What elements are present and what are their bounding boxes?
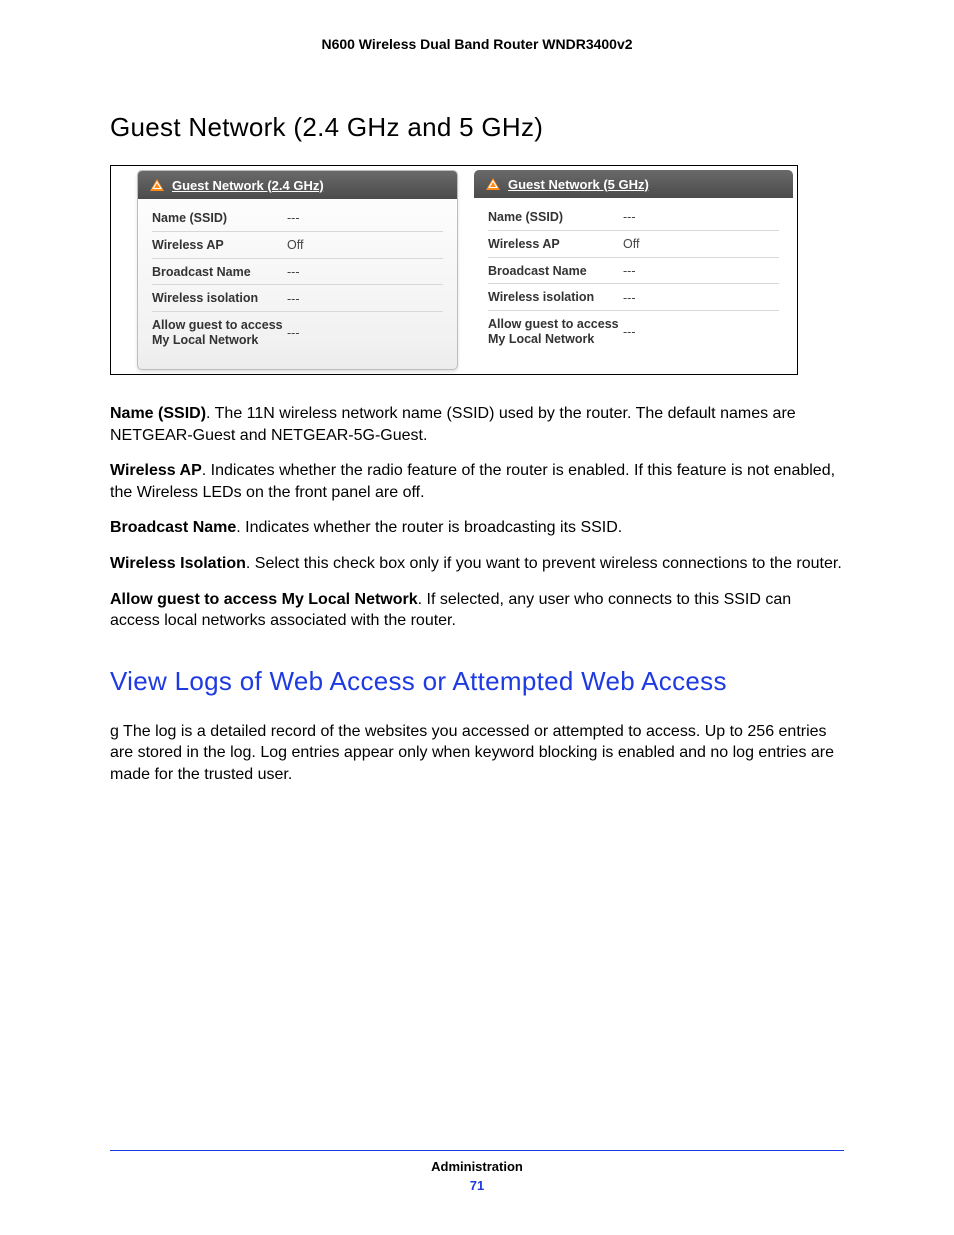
definition-term: Name (SSID) [110, 405, 206, 422]
card-header: Guest Network (5 GHz) [474, 170, 793, 198]
warning-icon [150, 179, 164, 191]
table-row: Name (SSID)--- [152, 205, 443, 232]
row-label: Broadcast Name [152, 265, 287, 280]
definition-paragraph: Broadcast Name. Indicates whether the ro… [110, 517, 844, 539]
guest-network-5-link[interactable]: Guest Network (5 GHz) [508, 177, 649, 192]
definition-text: Select this check box only if you want t… [255, 555, 842, 572]
guest-network-24-card: Guest Network (2.4 GHz) Name (SSID)--- W… [137, 170, 458, 370]
footer-page-number: 71 [110, 1178, 844, 1193]
card-header: Guest Network (2.4 GHz) [138, 171, 457, 199]
row-value: --- [287, 292, 300, 306]
row-label: Wireless AP [488, 237, 623, 252]
table-row: Wireless APOff [152, 232, 443, 259]
row-label: Name (SSID) [488, 210, 623, 225]
definition-sep: . [418, 591, 427, 608]
table-row: Allow guest to access My Local Network--… [152, 312, 443, 353]
definition-term: Allow guest to access My Local Network [110, 591, 418, 608]
row-value: --- [287, 326, 300, 340]
definition-term: Wireless AP [110, 462, 202, 479]
definition-sep: . [206, 405, 215, 422]
guest-network-heading: Guest Network (2.4 GHz and 5 GHz) [110, 112, 844, 143]
table-row: Wireless APOff [488, 231, 779, 258]
row-value: --- [623, 210, 636, 224]
definition-sep: . [202, 462, 211, 479]
table-row: Allow guest to access My Local Network--… [488, 311, 779, 352]
definition-paragraph: Wireless AP. Indicates whether the radio… [110, 460, 844, 503]
row-value: Off [623, 237, 639, 251]
row-value: --- [287, 211, 300, 225]
row-label: Allow guest to access My Local Network [152, 318, 287, 348]
table-row: Broadcast Name--- [152, 259, 443, 286]
guest-network-5-card: Guest Network (5 GHz) Name (SSID)--- Wir… [474, 170, 793, 370]
row-value: --- [623, 264, 636, 278]
section-body: g The log is a detailed record of the we… [110, 721, 844, 786]
definition-text: Indicates whether the radio feature of t… [110, 462, 835, 501]
row-label: Wireless isolation [152, 291, 287, 306]
table-row: Broadcast Name--- [488, 258, 779, 285]
warning-icon [486, 178, 500, 190]
row-label: Broadcast Name [488, 264, 623, 279]
definition-text: Indicates whether the router is broadcas… [245, 519, 622, 536]
row-label: Allow guest to access My Local Network [488, 317, 623, 347]
definition-paragraph: Wireless Isolation. Select this check bo… [110, 553, 844, 575]
row-label: Wireless isolation [488, 290, 623, 305]
row-value: --- [623, 325, 636, 339]
table-row: Wireless isolation--- [488, 284, 779, 311]
definition-sep: . [246, 555, 255, 572]
row-value: --- [287, 265, 300, 279]
definition-sep: . [236, 519, 245, 536]
footer-chapter: Administration [110, 1159, 844, 1174]
definition-term: Wireless Isolation [110, 555, 246, 572]
view-logs-heading: View Logs of Web Access or Attempted Web… [110, 666, 844, 697]
paragraph: g The log is a detailed record of the we… [110, 721, 844, 786]
row-label: Wireless AP [152, 238, 287, 253]
footer-rule [110, 1150, 844, 1151]
page-footer: Administration 71 [110, 1150, 844, 1193]
document-header: N600 Wireless Dual Band Router WNDR3400v… [110, 36, 844, 52]
definition-term: Broadcast Name [110, 519, 236, 536]
table-row: Name (SSID)--- [488, 204, 779, 231]
definition-paragraph: Name (SSID). The 11N wireless network na… [110, 403, 844, 446]
row-value: --- [623, 291, 636, 305]
row-value: Off [287, 238, 303, 252]
definition-paragraph: Allow guest to access My Local Network. … [110, 589, 844, 632]
guest-network-24-link[interactable]: Guest Network (2.4 GHz) [172, 178, 324, 193]
screenshot-frame: Guest Network (2.4 GHz) Name (SSID)--- W… [110, 165, 798, 375]
table-row: Wireless isolation--- [152, 285, 443, 312]
definitions-block: Name (SSID). The 11N wireless network na… [110, 403, 844, 632]
row-label: Name (SSID) [152, 211, 287, 226]
